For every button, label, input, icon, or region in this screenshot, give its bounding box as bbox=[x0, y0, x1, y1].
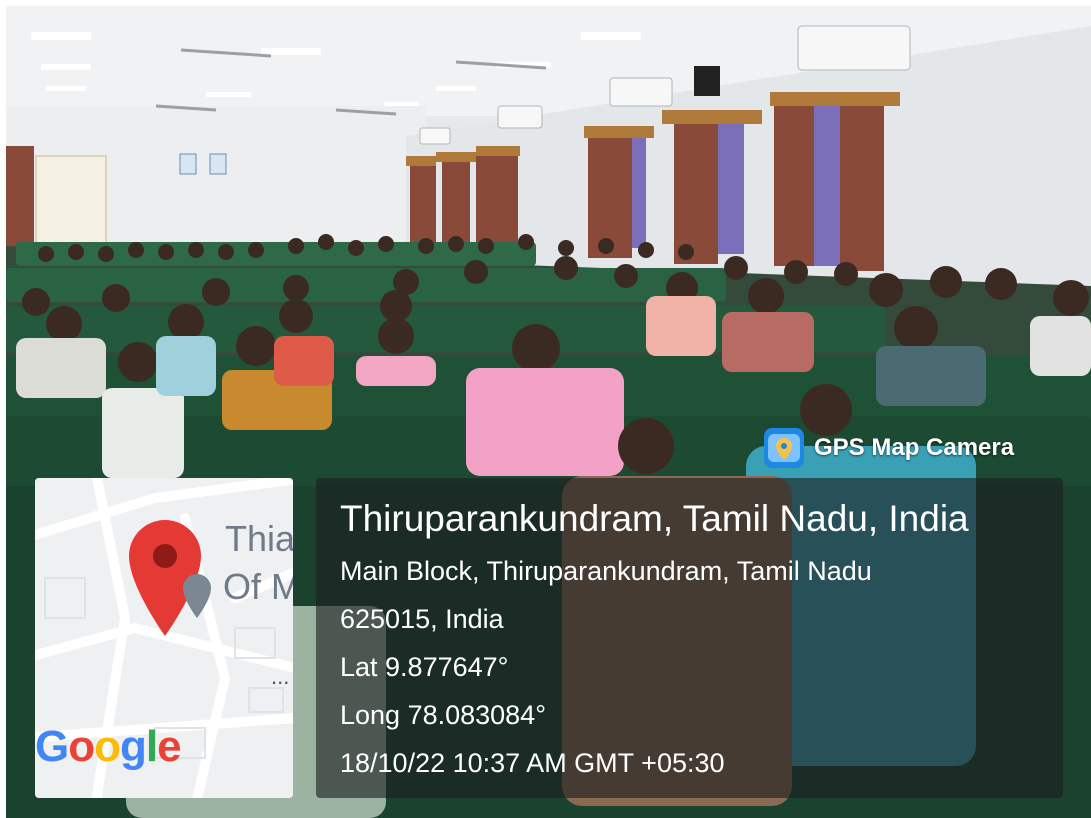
notice-board bbox=[179, 153, 197, 175]
google-logo-letter: l bbox=[145, 722, 158, 771]
google-logo-letter: o bbox=[68, 722, 95, 771]
map-place-name-line-2: Of M bbox=[223, 566, 293, 607]
latitude-text: Lat 9.877647° bbox=[340, 652, 509, 682]
classroom-photo: GPS Map Camera Thiruparankundram, Tamil … bbox=[6, 6, 1091, 818]
address-line-2: 625015, India bbox=[340, 604, 504, 634]
gps-map-camera-badge: GPS Map Camera bbox=[764, 424, 1062, 472]
location-info-panel: Thiruparankundram, Tamil Nadu, India Mai… bbox=[316, 478, 1063, 798]
map-place-name-line-1: Thia bbox=[225, 518, 293, 559]
gps-map-camera-label: GPS Map Camera bbox=[814, 434, 1015, 461]
gps-map-camera-icon bbox=[764, 428, 804, 468]
timestamp-text: 18/10/22 10:37 AM GMT +05:30 bbox=[340, 748, 725, 778]
google-logo-letter: o bbox=[94, 722, 121, 771]
map-thumbnail: Thia Of M ... Google bbox=[35, 478, 293, 798]
location-title: Thiruparankundram, Tamil Nadu, India bbox=[340, 498, 969, 539]
google-logo-letter: G bbox=[35, 722, 69, 771]
map-ellipsis: ... bbox=[271, 664, 290, 689]
google-logo-letter: g bbox=[120, 722, 147, 771]
address-line-1: Main Block, Thiruparankundram, Tamil Nad… bbox=[340, 556, 872, 586]
notice-board bbox=[209, 153, 227, 175]
google-logo: Google bbox=[35, 722, 182, 772]
longitude-text: Long 78.083084° bbox=[340, 700, 546, 730]
speaker bbox=[694, 66, 720, 96]
door bbox=[35, 155, 107, 245]
google-logo-letter: e bbox=[157, 722, 182, 771]
